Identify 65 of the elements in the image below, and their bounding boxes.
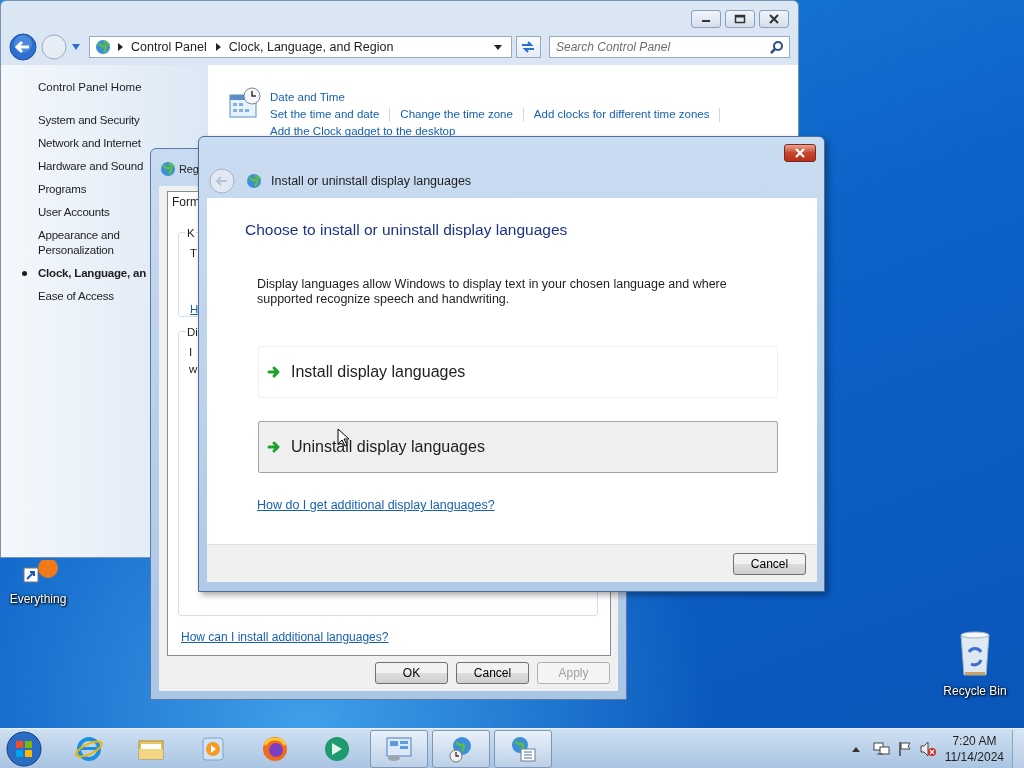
globe-icon [261, 734, 289, 763]
description-text: Display languages allow Windows to display text in your chosen language and where supported recognize speech and handwriting. [257, 277, 728, 308]
clock[interactable]: 7:20 AM 11/14/2024 [944, 732, 1004, 765]
refresh-icon [520, 40, 537, 54]
cancel-button[interactable]: Cancel [733, 552, 806, 575]
task-link[interactable]: Change the time zone [400, 106, 513, 123]
close-icon [794, 148, 806, 158]
calendar-clock-icon [228, 87, 262, 119]
help-link[interactable]: H [190, 301, 199, 319]
dialog-heading: Choose to install or uninstall display languages [245, 220, 569, 240]
volume-muted-icon[interactable] [918, 740, 937, 757]
browser-icon [75, 734, 103, 763]
flag-icon[interactable] [896, 740, 913, 757]
sidebar-link[interactable]: Network and Internet [38, 136, 146, 152]
recycle-bin-icon[interactable] [957, 630, 993, 678]
text-line: I [189, 345, 194, 360]
address-bar[interactable]: Control Panel Clock, Language, and Region [89, 36, 512, 58]
taskbar-button[interactable] [432, 729, 490, 768]
task-link[interactable]: Add clocks for different time zones [533, 106, 710, 123]
command-link[interactable]: Uninstall display languages [258, 421, 778, 474]
refresh-button[interactable] [515, 36, 541, 58]
text-line: w [189, 362, 198, 378]
command-link[interactable]: Install display languages [258, 346, 778, 399]
dialog-button[interactable]: Cancel [456, 662, 529, 684]
globe-icon [245, 172, 263, 190]
sidebar-link[interactable]: Appearance and Personalization [38, 228, 146, 259]
task-link[interactable]: Set the time and date [270, 106, 380, 123]
text-line: T [190, 246, 198, 261]
taskbar-button[interactable] [370, 729, 428, 768]
minimize-button[interactable] [691, 10, 721, 28]
history-caret-icon[interactable] [71, 43, 81, 51]
sidebar-link[interactable]: Clock, Language, an [38, 266, 146, 282]
network-icon[interactable] [872, 740, 891, 757]
sidebar-link[interactable]: User Accounts [38, 205, 146, 221]
search-field[interactable]: Search Control Panel [549, 36, 790, 58]
clock-time: 7:20 AM [951, 732, 998, 749]
globe-list-icon [509, 734, 537, 763]
play-icon [199, 734, 227, 763]
window-title: Reg [179, 161, 199, 177]
back-button[interactable] [9, 33, 37, 61]
breadcrumb-item[interactable]: Clock, Language, and Region [225, 37, 397, 57]
help-link[interactable]: How can I install additional languages? [181, 628, 389, 646]
dialog-title: Install or uninstall display languages [271, 172, 472, 190]
restore-icon [734, 14, 746, 24]
sidebar-link[interactable]: Ease of Access [38, 289, 146, 305]
globe-icon [159, 160, 177, 178]
close-icon [769, 14, 779, 24]
sidebar-link[interactable]: Hardware and Sound [38, 159, 146, 175]
sidebar-link[interactable]: Control Panel Home [38, 79, 208, 97]
dialog-button[interactable]: OK [375, 662, 448, 684]
search-icon[interactable] [770, 40, 784, 54]
section-title-link[interactable]: Date and Time [270, 89, 770, 106]
clock-date: 11/14/2024 [944, 748, 1004, 765]
close-button[interactable] [759, 10, 789, 28]
icon-label[interactable]: Recycle Bin [943, 682, 1007, 700]
dropdown-caret-icon[interactable] [492, 43, 503, 51]
breadcrumb-item[interactable]: Control Panel [128, 37, 210, 57]
icon-label[interactable]: Everything [9, 590, 67, 608]
sidebar-link[interactable]: Programs [38, 182, 146, 198]
bullet-icon [22, 271, 27, 277]
close-button[interactable] [784, 144, 816, 162]
restore-button[interactable] [725, 10, 755, 28]
help-link[interactable]: How do I get additional display languages? [257, 496, 495, 515]
taskbar-button[interactable] [494, 729, 552, 768]
sidebar-link[interactable]: System and Security [38, 113, 146, 129]
